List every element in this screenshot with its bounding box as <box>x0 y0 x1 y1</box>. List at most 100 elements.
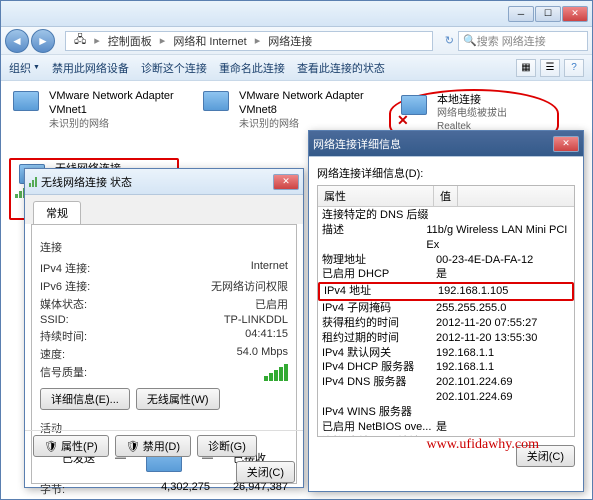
detail-row[interactable]: 租约过期的时间2012-11-20 13:55:30 <box>318 331 574 346</box>
detail-prop: 连接特定的 DNS 后缀 <box>322 208 436 223</box>
crumb[interactable]: 网络连接 <box>264 33 316 49</box>
breadcrumb[interactable]: 🖧▸ 控制面板▸ 网络和 Internet▸ 网络连接 <box>65 31 433 51</box>
status-row-label: 媒体状态: <box>40 296 130 312</box>
detail-val: 192.168.1.1 <box>436 346 494 361</box>
detail-title: 网络连接详细信息 <box>313 136 401 152</box>
tb-organize[interactable]: 组织 ▼ <box>9 60 40 76</box>
x-icon: ✕ <box>397 112 409 129</box>
detail-prop: 租约过期的时间 <box>322 331 436 346</box>
detail-close-x[interactable]: ✕ <box>553 136 579 152</box>
detail-val: 是 <box>436 420 447 435</box>
detail-row[interactable]: 202.101.224.69 <box>318 390 574 405</box>
detail-val: 11b/g Wireless LAN Mini PCI Ex <box>426 223 570 253</box>
tb-rename[interactable]: 重命名此连接 <box>219 60 285 76</box>
detail-prop: IPv4 DNS 服务器 <box>322 375 436 390</box>
tb-diag[interactable]: 诊断这个连接 <box>141 60 207 76</box>
detail-prop: IPv4 DHCP 服务器 <box>322 360 436 375</box>
detail-row[interactable]: IPv4 WINS 服务器 <box>318 405 574 420</box>
detail-row[interactable]: IPv4 DNS 服务器202.101.224.69 <box>318 375 574 390</box>
detail-val: 2012-11-20 07:55:27 <box>436 316 537 331</box>
main-titlebar: ─ ☐ ✕ <box>1 1 592 27</box>
detail-prop: 已启用 DHCP <box>322 267 436 282</box>
toolbar: 组织 ▼ 禁用此网络设备 诊断这个连接 重命名此连接 查看此连接的状态 ▦ ☰ … <box>1 55 592 81</box>
detail-row[interactable]: IPv4 默认网关192.168.1.1 <box>318 346 574 361</box>
min-button[interactable]: ─ <box>508 6 534 22</box>
diag-button[interactable]: 诊断(G) <box>197 435 257 457</box>
close-button[interactable]: ✕ <box>562 6 588 22</box>
detail-val: 192.168.1.105 <box>438 284 508 299</box>
detail-row[interactable]: 获得租约的时间2012-11-20 07:55:27 <box>318 316 574 331</box>
detail-val: 是 <box>436 267 447 282</box>
nav-row: ◄ ► 🖧▸ 控制面板▸ 网络和 Internet▸ 网络连接 ↻ 🔍 搜索 网… <box>1 27 592 55</box>
back-button[interactable]: ◄ <box>5 29 29 53</box>
detail-val: 192.168.1.1 <box>436 360 494 375</box>
detail-prop: 描述 <box>322 223 426 253</box>
tab-general[interactable]: 常规 <box>33 201 81 224</box>
detail-val: 00-23-4E-DA-FA-12 <box>436 253 533 268</box>
detail-prop: 已启用 NetBIOS ove... <box>322 420 436 435</box>
status-row-label: SSID: <box>40 314 130 326</box>
view-icon[interactable]: ▦ <box>516 59 536 77</box>
detail-row[interactable]: IPv4 地址192.168.1.105 <box>318 282 574 301</box>
forward-button[interactable]: ► <box>31 29 55 53</box>
detail-row[interactable]: IPv4 DHCP 服务器192.168.1.1 <box>318 360 574 375</box>
detail-row[interactable]: 描述11b/g Wireless LAN Mini PCI Ex <box>318 223 574 253</box>
signal-label: 信号质量: <box>40 364 130 381</box>
detail-val: 202.101.224.69 <box>436 390 512 405</box>
detail-prop: 连接-本地 IPv6 地址 <box>322 435 426 437</box>
max-button[interactable]: ☐ <box>535 6 561 22</box>
adapter-vmnet1[interactable]: VMware Network Adapter VMnet1 未识别的网络 <box>9 89 179 150</box>
disable-button[interactable]: 🛡 禁用(D) <box>115 435 191 457</box>
status-titlebar: 无线网络连接 状态 ✕ <box>25 169 303 195</box>
crumb[interactable]: 网络和 Internet <box>169 33 250 49</box>
status-row-label: 持续时间: <box>40 328 130 344</box>
status-row-value: 已启用 <box>255 296 288 312</box>
status-row-value: 无网络访问权限 <box>211 278 288 294</box>
detail-row[interactable]: 已启用 DHCP是 <box>318 267 574 282</box>
detail-prop: IPv4 WINS 服务器 <box>322 405 436 420</box>
detail-prop: IPv4 子网掩码 <box>322 301 436 316</box>
detail-row[interactable]: 已启用 NetBIOS ove...是 <box>318 420 574 435</box>
signal-bars-icon <box>264 364 288 381</box>
detail-prop <box>322 390 436 405</box>
refresh-icon[interactable]: ↻ <box>445 34 454 47</box>
bytes-label: 字节: <box>40 481 130 497</box>
detail-titlebar: 网络连接详细信息 ✕ <box>309 131 583 157</box>
detail-window: 网络连接详细信息 ✕ 网络连接详细信息(D): 属性 值 连接特定的 DNS 后… <box>308 130 584 492</box>
detail-row[interactable]: 连接特定的 DNS 后缀 <box>318 208 574 223</box>
props-button[interactable]: 🛡 属性(P) <box>33 435 109 457</box>
detail-row[interactable]: IPv4 子网掩码255.255.255.0 <box>318 301 574 316</box>
breadcrumb-icon: 🖧 <box>70 31 90 50</box>
detail-prop: 物理地址 <box>322 253 436 268</box>
details-button[interactable]: 详细信息(E)... <box>40 388 130 410</box>
bytes-sent: 4,302,275 <box>130 481 210 497</box>
detail-val: 202.101.224.69 <box>436 375 512 390</box>
tb-disable[interactable]: 禁用此网络设备 <box>52 60 129 76</box>
status-close-x[interactable]: ✕ <box>273 174 299 190</box>
wireless-props-button[interactable]: 无线属性(W) <box>136 388 220 410</box>
tb-viewstatus[interactable]: 查看此连接的状态 <box>297 60 385 76</box>
help-icon[interactable]: ? <box>564 59 584 77</box>
status-title: 无线网络连接 状态 <box>41 174 132 190</box>
detail-row[interactable]: 物理地址00-23-4E-DA-FA-12 <box>318 253 574 268</box>
group-connection: 连接 <box>40 239 288 255</box>
detail-header: 属性 值 <box>318 186 574 207</box>
status-row-value: Internet <box>251 260 288 276</box>
view2-icon[interactable]: ☰ <box>540 59 560 77</box>
status-row-value: TP-LINKDDL <box>224 314 288 326</box>
status-row-value: 04:41:15 <box>245 328 288 344</box>
watermark: www.ufidawhy.com <box>427 437 540 453</box>
search-input[interactable]: 🔍 搜索 网络连接 <box>458 31 588 51</box>
detail-label: 网络连接详细信息(D): <box>317 165 575 181</box>
crumb[interactable]: 控制面板 <box>104 33 156 49</box>
detail-list: 属性 值 连接特定的 DNS 后缀描述11b/g Wireless LAN Mi… <box>317 185 575 437</box>
detail-val: 2012-11-20 13:55:30 <box>436 331 537 346</box>
status-row-label: IPv6 连接: <box>40 278 130 294</box>
status-row-value: 54.0 Mbps <box>237 346 288 362</box>
status-row-label: IPv4 连接: <box>40 260 130 276</box>
detail-prop: IPv4 地址 <box>324 284 438 299</box>
status-close-button[interactable]: 关闭(C) <box>236 461 295 483</box>
bytes-recv: 26,947,387 <box>210 481 288 497</box>
status-row-label: 速度: <box>40 346 130 362</box>
detail-prop: 获得租约的时间 <box>322 316 436 331</box>
